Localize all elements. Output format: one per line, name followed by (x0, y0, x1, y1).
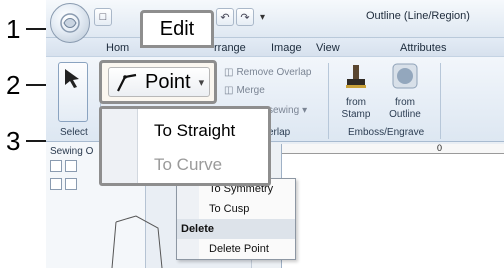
remove-overlap-icon: ◫ (224, 67, 234, 78)
window-title: Outline (Line/Region) (366, 10, 470, 22)
merge-label: Merge (236, 85, 265, 96)
application-logo-icon (60, 13, 80, 33)
quick-access-toolbar-right: ↶ ↷ ▾ (216, 6, 265, 28)
from-stamp-icon (346, 65, 366, 88)
design-canvas[interactable]: 0 (281, 143, 504, 268)
tab-arrange[interactable]: rrange (214, 42, 246, 54)
from-outline-button[interactable]: Outline (382, 109, 428, 120)
select-tool-button[interactable] (58, 62, 88, 122)
callout-number-1: 1 (6, 14, 21, 44)
tab-attributes[interactable]: Attributes (400, 42, 446, 54)
select-group-label: Select (60, 127, 88, 138)
point-dropdown-menu: To Straight To Curve (99, 106, 271, 186)
panel-tool-icon[interactable] (50, 160, 62, 172)
menu-item-to-curve: To Curve (154, 155, 223, 174)
emboss-group-label: Emboss/Engrave (348, 127, 425, 138)
merge-item[interactable]: ◫ Merge (224, 85, 265, 96)
from-outline-icon (392, 63, 418, 89)
point-button-callout: Point ▾ (99, 60, 217, 104)
menu-item-to-cusp[interactable]: To Cusp (177, 199, 295, 219)
group-divider (328, 63, 329, 139)
from-stamp-button[interactable]: Stamp (334, 109, 378, 120)
sewing-label: sewing (268, 105, 300, 116)
from-stamp-line1: from (346, 97, 366, 108)
point-button-label: Point (145, 70, 191, 93)
undo-icon[interactable]: ↶ (216, 8, 234, 26)
callout-number-2: 2 (6, 70, 21, 100)
tab-image[interactable]: Image (271, 42, 302, 54)
from-outline-line1: from (395, 97, 415, 108)
sewing-item[interactable]: sewing ▾ (268, 105, 307, 116)
context-menu: To Symmetry To Cusp Delete Delete Point (176, 178, 296, 260)
horizontal-ruler: 0 (282, 143, 504, 154)
sewing-dropdown-icon: ▾ (302, 105, 308, 116)
remove-overlap-label: Remove Overlap (236, 67, 312, 78)
overlap-group-label: erlap (268, 127, 291, 138)
group-divider (440, 63, 441, 139)
redo-icon[interactable]: ↷ (236, 8, 254, 26)
quick-access-toolbar: □ (94, 6, 112, 28)
panel-title: Sewing O (50, 146, 94, 157)
panel-tool-icon[interactable] (65, 178, 77, 190)
panel-tool-icon[interactable] (65, 160, 77, 172)
new-file-icon[interactable]: □ (94, 8, 112, 26)
point-curve-icon (117, 73, 137, 92)
menu-item-to-straight[interactable]: To Straight (154, 121, 235, 141)
merge-icon: ◫ (224, 85, 234, 96)
application-menu-button[interactable] (50, 3, 90, 43)
shape-preview-thumbnail (111, 215, 163, 268)
title-bar: □ ↶ ↷ ▾ Outline (Line/Region) (46, 0, 504, 38)
point-button[interactable]: Point ▾ (108, 67, 210, 97)
tab-view[interactable]: View (316, 42, 340, 54)
menu-item-delete-point[interactable]: Delete Point (177, 239, 295, 259)
menu-section-delete: Delete (177, 219, 295, 239)
customize-qat-icon[interactable]: ▾ (260, 12, 265, 23)
ruler-mark: 0 (437, 143, 443, 153)
tab-edit-label: Edit (159, 17, 195, 40)
remove-overlap-item[interactable]: ◫ Remove Overlap (224, 67, 311, 78)
select-arrow-icon (65, 69, 79, 88)
tab-home[interactable]: Hom (106, 42, 129, 54)
panel-tool-icon[interactable] (50, 178, 62, 190)
callout-number-3: 3 (6, 126, 21, 156)
panel-toolbar-2 (50, 178, 77, 192)
menu-icon-gutter (102, 109, 138, 183)
tab-edit[interactable]: Edit (140, 10, 214, 48)
panel-toolbar-1 (50, 160, 77, 174)
point-dropdown-icon: ▾ (198, 76, 205, 89)
